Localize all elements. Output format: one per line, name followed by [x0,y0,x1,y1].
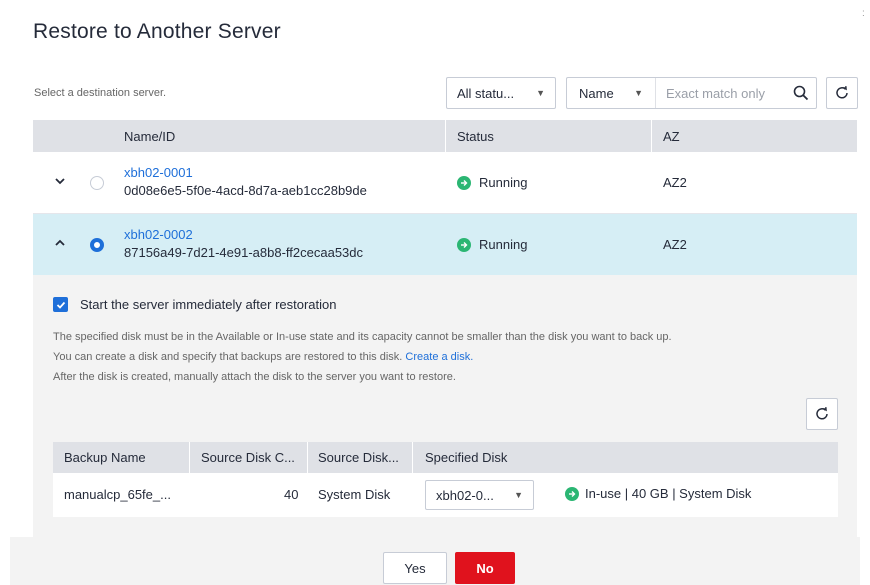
server-radio[interactable] [90,176,104,190]
status-text: Running [479,175,528,190]
disk-status-text: In-use | 40 GB | System Disk [585,486,752,501]
running-status-icon [457,175,471,190]
create-disk-text: You can create a disk and specify that b… [53,351,403,363]
server-id: 0d08e6e5-5f0e-4acd-8d7a-aeb1cc28b9de [124,183,367,198]
server-az: AZ2 [663,175,687,190]
no-button[interactable]: No [455,552,515,584]
create-disk-note: You can create a disk and specify that b… [53,351,473,363]
source-disk: System Disk [318,487,391,502]
start-server-label: Start the server immediately after resto… [80,297,337,312]
start-server-option[interactable]: Start the server immediately after resto… [53,297,337,312]
dialog-title: Restore to Another Server [33,20,281,43]
specified-disk-select[interactable]: xbh02-0... ▼ [425,480,534,510]
expanded-server-panel: Start the server immediately after resto… [33,275,857,537]
corner-mark: : [862,8,865,19]
search-group: Name ▼ [566,77,817,109]
server-az: AZ2 [663,237,687,252]
create-disk-link[interactable]: Create a disk. [405,351,473,363]
disk-requirement-note: The specified disk must be in the Availa… [53,331,672,343]
column-divider [412,442,413,473]
chevron-down-icon[interactable] [53,174,67,188]
running-status-icon [457,237,471,252]
destination-hint: Select a destination server. [34,87,167,99]
chevron-down-icon: ▼ [536,88,545,98]
start-server-checkbox[interactable] [53,297,68,312]
table-row[interactable]: xbh02-0001 0d08e6e5-5f0e-4acd-8d7a-aeb1c… [33,152,857,214]
server-id: 87156a49-7d21-4e91-a8b8-ff2cecaa53dc [124,245,364,260]
search-input[interactable] [656,85,786,101]
column-divider [189,442,190,473]
column-divider [307,442,308,473]
backup-name: manualcp_65fe_... [64,487,171,502]
yes-button[interactable]: Yes [383,552,447,584]
column-header-backup-name: Backup Name [64,450,146,465]
server-table: Name/ID Status AZ xbh02-0001 0d08e6e5-5f… [33,120,857,276]
chevron-down-icon: ▼ [514,490,523,500]
server-radio-selected[interactable] [90,238,104,252]
server-table-header: Name/ID Status AZ [33,120,857,152]
checkmark-icon [56,301,65,309]
search-icon[interactable] [786,85,816,101]
status-text: Running [479,237,528,252]
disk-table: Backup Name Source Disk C... Source Disk… [53,442,838,517]
server-name-link[interactable]: xbh02-0002 [124,227,193,242]
server-status: Running [457,175,527,190]
search-field-select[interactable]: Name ▼ [567,78,656,108]
in-use-status-icon [565,486,579,501]
status-filter-select[interactable]: All statu... ▼ [446,77,556,109]
specified-disk-value: xbh02-0... [436,487,494,503]
column-header-specified-disk: Specified Disk [425,450,508,465]
refresh-disks-button[interactable] [806,398,838,430]
source-disk-capacity: 40 [284,487,299,502]
attach-disk-note: After the disk is created, manually atta… [53,371,456,383]
disk-table-header: Backup Name Source Disk C... Source Disk… [53,442,838,473]
chevron-down-icon: ▼ [634,88,643,98]
table-row-selected[interactable]: xbh02-0002 87156a49-7d21-4e91-a8b8-ff2ce… [33,214,857,276]
column-header-name: Name/ID [124,128,176,144]
column-header-status: Status [457,128,494,144]
column-divider [651,120,652,152]
server-name-link[interactable]: xbh02-0001 [124,165,193,180]
column-header-source-capacity: Source Disk C... [201,450,295,465]
column-header-az: AZ [663,128,680,144]
column-header-source-disk: Source Disk... [318,450,399,465]
disk-status: In-use | 40 GB | System Disk [565,486,751,501]
table-row: manualcp_65fe_... 40 System Disk xbh02-0… [53,473,838,517]
refresh-servers-button[interactable] [826,77,858,109]
search-field-value: Name [579,85,614,101]
chevron-up-icon[interactable] [53,236,67,250]
column-divider [445,120,446,152]
status-filter-value: All statu... [457,85,515,101]
refresh-icon [836,86,848,99]
server-status: Running [457,237,527,252]
refresh-icon [816,407,828,420]
